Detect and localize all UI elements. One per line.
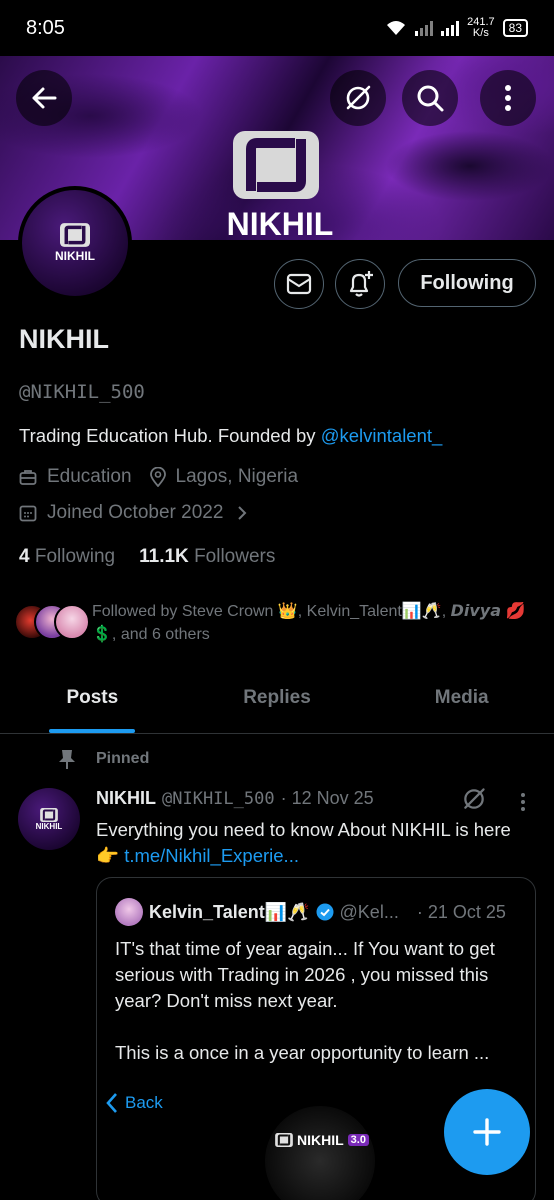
back-button[interactable] bbox=[16, 70, 72, 126]
chevron-right-icon bbox=[238, 506, 247, 520]
quoted-media-label: NIKHIL 3.0 bbox=[275, 1132, 369, 1148]
avatar-logo-icon bbox=[40, 807, 58, 822]
briefcase-icon bbox=[19, 470, 37, 485]
pinned-indicator: Pinned bbox=[58, 748, 149, 770]
quoted-post-header: Kelvin_Talent📊🥂 @Kel... · 21 Oct 25 bbox=[115, 898, 506, 926]
status-time: 8:05 bbox=[26, 16, 65, 39]
tab-replies[interactable]: Replies bbox=[185, 672, 370, 733]
banner-title: NIKHIL bbox=[226, 206, 334, 240]
following-stat[interactable]: 4 Following bbox=[19, 546, 115, 568]
grok-icon bbox=[346, 85, 371, 110]
post-header: NIKHIL @NIKHIL_500 · 12 Nov 25 bbox=[96, 788, 374, 809]
followed-by-text: Followed by Steve Crown 👑, Kelvin_Talent… bbox=[92, 603, 526, 643]
media-back-button[interactable]: Back bbox=[105, 1092, 163, 1114]
quoted-media[interactable] bbox=[265, 1106, 375, 1200]
grok-button[interactable] bbox=[330, 70, 386, 126]
post-text: Everything you need to know About NIKHIL… bbox=[96, 819, 511, 866]
profile-meta-row: Education Lagos, Nigeria bbox=[19, 466, 298, 488]
post-avatar-label: NIKHIL bbox=[35, 821, 63, 831]
post-link[interactable]: t.me/Nikhil_Experie... bbox=[124, 845, 299, 866]
profile-avatar[interactable]: NIKHIL bbox=[18, 186, 132, 300]
profile-name: NIKHIL bbox=[19, 324, 109, 354]
message-button[interactable] bbox=[274, 259, 324, 309]
profile-joined: Joined October 2022 bbox=[47, 502, 224, 523]
bell-plus-icon bbox=[349, 271, 373, 297]
quoted-handle: @Kel... bbox=[339, 901, 399, 922]
profile-handle: @NIKHIL_500 bbox=[19, 381, 145, 403]
more-options-button[interactable] bbox=[480, 70, 536, 126]
quoted-date: · 21 Oct 25 bbox=[416, 901, 506, 922]
avatar bbox=[115, 898, 143, 926]
signal-2-icon bbox=[441, 20, 460, 36]
profile-location: Lagos, Nigeria bbox=[175, 466, 299, 487]
post-avatar[interactable]: NIKHIL bbox=[18, 788, 80, 850]
brand-logo-icon bbox=[233, 131, 319, 199]
status-bar: 8:05 241.7 K/s 83 bbox=[0, 0, 554, 56]
calendar-icon bbox=[19, 505, 37, 522]
profile-tabs: Posts Replies Media bbox=[0, 672, 554, 734]
quoted-author: Kelvin_Talent📊🥂 bbox=[149, 901, 310, 922]
arrow-left-icon bbox=[32, 87, 57, 109]
follow-stats: 4 Following 11.1K Followers bbox=[19, 546, 275, 568]
more-vertical-icon bbox=[505, 85, 511, 111]
tab-posts[interactable]: Posts bbox=[0, 672, 185, 733]
search-button[interactable] bbox=[402, 70, 458, 126]
grok-icon[interactable] bbox=[461, 786, 487, 812]
media-badge: 3.0 bbox=[347, 1134, 369, 1146]
chevron-left-icon bbox=[106, 1093, 117, 1113]
followed-by-avatars bbox=[14, 600, 92, 640]
battery-icon: 83 bbox=[502, 19, 528, 37]
wifi-icon bbox=[387, 21, 406, 35]
bio-mention-link[interactable]: @kelvintalent_ bbox=[321, 425, 443, 446]
pinned-label: Pinned bbox=[96, 750, 150, 767]
profile-bio: Trading Education Hub. Founded by @kelvi… bbox=[19, 425, 442, 447]
profile-joined-row[interactable]: Joined October 2022 bbox=[19, 502, 259, 524]
brand-logo-icon bbox=[275, 1133, 293, 1147]
plus-icon bbox=[473, 1118, 501, 1146]
status-icons: 241.7 K/s 83 bbox=[385, 17, 528, 39]
quoted-text: IT's that time of year again... If You w… bbox=[115, 938, 495, 1063]
avatar-logo-icon bbox=[60, 223, 90, 247]
tab-media[interactable]: Media bbox=[369, 672, 554, 733]
pin-icon bbox=[59, 750, 75, 769]
avatar-label: NIKHIL bbox=[55, 249, 95, 263]
followed-by[interactable]: Followed by Steve Crown 👑, Kelvin_Talent… bbox=[14, 600, 542, 646]
post-author[interactable]: NIKHIL bbox=[96, 788, 156, 809]
notifications-button[interactable] bbox=[335, 259, 385, 309]
verified-badge-icon bbox=[316, 903, 334, 921]
post-date: · 12 Nov 25 bbox=[280, 788, 374, 808]
search-icon bbox=[417, 85, 444, 112]
bio-text: Trading Education Hub. Founded by bbox=[19, 425, 321, 446]
more-vertical-icon[interactable] bbox=[520, 792, 526, 812]
compose-button[interactable] bbox=[444, 1089, 530, 1175]
followers-stat[interactable]: 11.1K Followers bbox=[139, 546, 275, 568]
post-handle[interactable]: @NIKHIL_500 bbox=[162, 789, 275, 809]
signal-1-icon bbox=[415, 20, 434, 36]
location-pin-icon bbox=[149, 467, 166, 487]
following-button[interactable]: Following bbox=[398, 259, 536, 307]
net-speed: 241.7 K/s bbox=[467, 16, 495, 39]
mail-icon bbox=[286, 273, 312, 295]
profile-category: Education bbox=[47, 466, 132, 487]
avatar bbox=[54, 604, 90, 640]
